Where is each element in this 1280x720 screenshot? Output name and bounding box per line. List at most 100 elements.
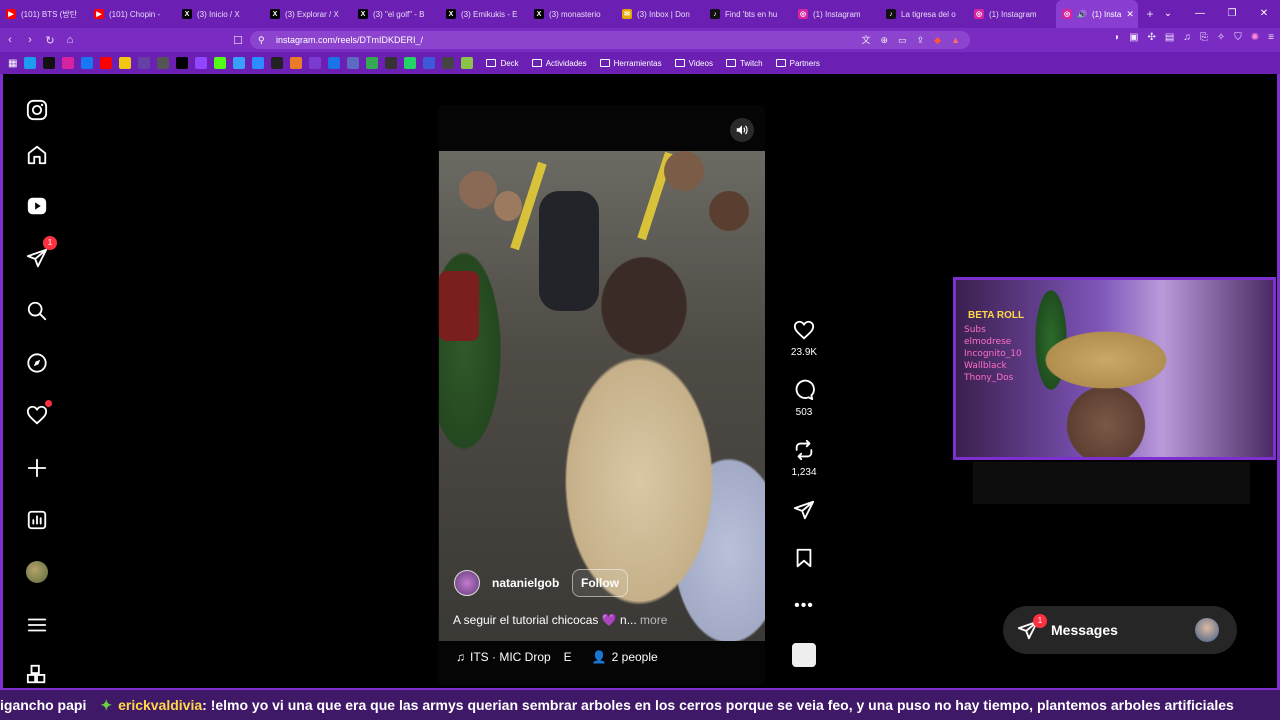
browser-tab[interactable]: ✉ (3) Inbox | Don bbox=[616, 0, 704, 28]
author-avatar[interactable] bbox=[454, 570, 480, 596]
tagged-people[interactable]: 👤 2 people bbox=[592, 650, 658, 664]
browser-tab[interactable]: ◎ (1) Instagram bbox=[968, 0, 1056, 28]
shield-icon[interactable]: ◆ bbox=[934, 31, 941, 49]
tiktok-icon[interactable] bbox=[43, 57, 56, 69]
bookmark-icon[interactable] bbox=[157, 57, 170, 69]
reel-player[interactable]: natanielgob Follow A seguir el tutorial … bbox=[438, 105, 765, 685]
bookmark-icon[interactable] bbox=[119, 57, 132, 69]
restore-icon[interactable]: ❐ bbox=[1216, 0, 1248, 28]
instagram-icon[interactable] bbox=[62, 57, 75, 69]
save-action[interactable] bbox=[780, 547, 828, 569]
browser-tab[interactable]: X (3) Emikukis - E bbox=[440, 0, 528, 28]
sidebar-icon[interactable]: ▤ bbox=[1165, 32, 1174, 43]
bookmark-icon[interactable] bbox=[385, 57, 398, 69]
bookmark-icon[interactable] bbox=[366, 57, 379, 69]
leo-icon[interactable]: ✧ bbox=[1217, 32, 1225, 43]
share-icon[interactable]: ⇪ bbox=[917, 31, 925, 49]
brave-icon[interactable]: ✺ bbox=[1251, 32, 1259, 43]
zoom-icon[interactable]: ⊕ bbox=[881, 31, 889, 49]
browser-tab[interactable]: X (3) Explorar / X bbox=[264, 0, 352, 28]
back-icon[interactable]: ‹ bbox=[0, 34, 20, 46]
bookmark-icon[interactable] bbox=[233, 57, 246, 69]
bookmark-icon[interactable] bbox=[347, 57, 360, 69]
tab-search-icon[interactable]: ⌄ bbox=[1152, 0, 1184, 28]
bookmark-icon[interactable] bbox=[423, 57, 436, 69]
bookmark-page-icon[interactable]: ☐ bbox=[228, 34, 248, 47]
close-window-icon[interactable]: ✕ bbox=[1248, 0, 1280, 28]
browser-tab[interactable]: X (3) Inicio / X bbox=[176, 0, 264, 28]
facebook-icon[interactable] bbox=[81, 57, 94, 69]
bookmark-folder[interactable]: Partners bbox=[775, 59, 820, 68]
browser-tab[interactable]: ♪ La tigresa del o bbox=[880, 0, 968, 28]
more-link[interactable]: more bbox=[640, 613, 667, 627]
profile-avatar[interactable] bbox=[25, 560, 49, 584]
home-nav-icon[interactable] bbox=[25, 143, 49, 167]
browser-tab[interactable]: ▶ (101) BTS (방탄 bbox=[0, 0, 88, 28]
bookmark-icon[interactable] bbox=[328, 57, 341, 69]
site-info-icon[interactable]: ⚲ bbox=[258, 31, 265, 49]
browser-tab[interactable]: ◎ (1) Instagram bbox=[792, 0, 880, 28]
reload-icon[interactable]: ↻ bbox=[40, 34, 60, 47]
also-from-meta-icon[interactable] bbox=[25, 664, 49, 684]
music-icon[interactable]: ♫ bbox=[1183, 32, 1191, 43]
screenshot-icon[interactable]: ⎘ bbox=[1200, 32, 1208, 43]
bookmark-folder[interactable]: Videos bbox=[674, 59, 713, 68]
browser-tab[interactable]: ♪ Find 'bts en hu bbox=[704, 0, 792, 28]
active-browser-tab[interactable]: ◎ 🔊 (1) Insta ✕ bbox=[1056, 0, 1138, 28]
bookmark-icon[interactable] bbox=[461, 57, 474, 69]
twitch-icon[interactable] bbox=[195, 57, 208, 69]
translate-icon[interactable]: 文 bbox=[862, 31, 871, 49]
audio-playing-icon[interactable]: 🔊 bbox=[1077, 10, 1087, 19]
bookmark-folder[interactable]: Twitch bbox=[725, 59, 763, 68]
direct-nav-icon[interactable]: 1 bbox=[25, 236, 57, 270]
bookmark-icon[interactable] bbox=[24, 57, 37, 69]
bookmark-folder[interactable]: Herramientas bbox=[599, 59, 662, 68]
bookmark-icon[interactable] bbox=[309, 57, 322, 69]
reel-video[interactable] bbox=[439, 151, 765, 641]
reels-nav-icon[interactable] bbox=[25, 194, 49, 218]
bookmark-icon[interactable] bbox=[252, 57, 265, 69]
share-action[interactable] bbox=[780, 499, 828, 521]
browser-tab[interactable]: X (3) monasterio bbox=[528, 0, 616, 28]
url-field[interactable]: ⚲ instagram.com/reels/DTmIDKDERI_/ 文 ⊕ ▭… bbox=[250, 31, 970, 49]
youtube-icon[interactable] bbox=[100, 57, 113, 69]
bookmark-icon[interactable] bbox=[138, 57, 151, 69]
audio-thumbnail[interactable] bbox=[792, 643, 816, 667]
like-action[interactable]: 23.9K bbox=[780, 319, 828, 358]
apps-icon[interactable]: ▦ bbox=[8, 58, 17, 69]
bookmark-icon[interactable] bbox=[442, 57, 455, 69]
instagram-logo-icon[interactable] bbox=[25, 98, 49, 122]
cast-icon[interactable]: ▭ bbox=[898, 31, 907, 49]
notifications-heart-icon[interactable] bbox=[25, 400, 52, 427]
home-icon[interactable]: ⌂ bbox=[60, 34, 80, 46]
forward-icon[interactable]: › bbox=[20, 34, 40, 46]
whatsapp-icon[interactable] bbox=[404, 57, 417, 69]
browser-tab[interactable]: X (3) "el golf" - B bbox=[352, 0, 440, 28]
volume-button[interactable] bbox=[730, 118, 754, 142]
messages-button[interactable]: 1 Messages bbox=[1003, 606, 1237, 654]
search-icon[interactable] bbox=[25, 299, 49, 323]
repost-action[interactable]: 1,234 bbox=[780, 439, 828, 478]
bookmark-folder[interactable]: Deck bbox=[486, 59, 519, 68]
kick-icon[interactable] bbox=[214, 57, 227, 69]
bookmark-icon[interactable] bbox=[271, 57, 284, 69]
explore-icon[interactable] bbox=[25, 351, 49, 375]
puzzle-icon[interactable]: ✣ bbox=[1148, 32, 1156, 43]
rewards-icon[interactable]: ▲ bbox=[951, 31, 960, 49]
wallet-icon[interactable]: ◗ bbox=[1114, 32, 1120, 43]
reel-caption[interactable]: A seguir el tutorial chicocas 💜 n... mor… bbox=[453, 613, 667, 627]
menu-icon[interactable]: ≡ bbox=[1268, 32, 1274, 43]
dashboard-icon[interactable] bbox=[25, 508, 49, 532]
browser-tab[interactable]: ▶ (101) Chopin - bbox=[88, 0, 176, 28]
more-options-action[interactable]: ••• bbox=[780, 595, 828, 617]
vpn-icon[interactable]: ⛉ bbox=[1234, 32, 1242, 43]
extension-icon[interactable]: ▣ bbox=[1129, 32, 1138, 43]
comment-action[interactable]: 503 bbox=[780, 379, 828, 418]
more-menu-icon[interactable] bbox=[25, 613, 49, 637]
follow-button[interactable]: Follow bbox=[572, 569, 628, 597]
audio-link[interactable]: ♫ ITS · MIC Drop E bbox=[456, 650, 572, 664]
close-tab-icon[interactable]: ✕ bbox=[1126, 9, 1134, 20]
minimize-icon[interactable]: — bbox=[1184, 0, 1216, 28]
bookmark-folder[interactable]: Actividades bbox=[531, 59, 587, 68]
bookmark-icon[interactable] bbox=[290, 57, 303, 69]
